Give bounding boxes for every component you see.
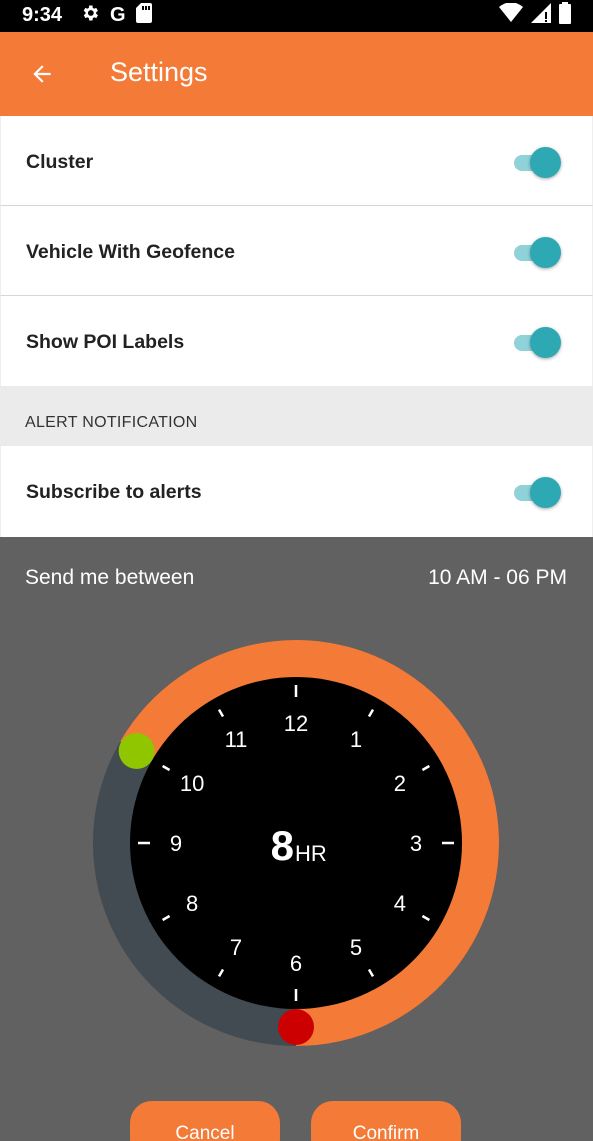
setting-label: Cluster <box>26 151 94 173</box>
hour-label: 10 <box>180 771 204 796</box>
settings-list: Cluster Vehicle With Geofence Show POI L… <box>0 116 593 386</box>
hour-label: 8 <box>186 891 198 916</box>
setting-row-cluster[interactable]: Cluster <box>0 116 593 206</box>
hour-label: 6 <box>290 951 302 976</box>
hour-label: 4 <box>394 891 406 916</box>
time-range-panel: Send me between 10 AM - 06 PM 12 1 2 3 4 5 6 7 8… <box>0 537 593 1141</box>
setting-row-geofence[interactable]: Vehicle With Geofence <box>0 206 593 296</box>
toggle-thumb <box>530 477 561 508</box>
status-bar: 9:34 G <box>0 0 593 32</box>
setting-row-poi-labels[interactable]: Show POI Labels <box>0 296 593 386</box>
cancel-button[interactable]: Cancel <box>130 1101 280 1141</box>
toggle-thumb <box>530 147 561 178</box>
section-title: ALERT NOTIFICATION <box>25 414 198 431</box>
hour-label: 5 <box>350 935 362 960</box>
poi-labels-toggle[interactable] <box>514 326 562 358</box>
google-icon: G <box>110 4 126 26</box>
duration-unit: HR <box>295 841 327 866</box>
page-title: Settings <box>110 57 208 87</box>
wifi-icon <box>499 1 523 28</box>
section-header: ALERT NOTIFICATION <box>0 386 593 446</box>
hour-label: 11 <box>225 727 248 752</box>
setting-label: Vehicle With Geofence <box>26 241 235 263</box>
battery-icon <box>559 1 571 29</box>
hour-label: 12 <box>284 711 308 736</box>
geofence-toggle[interactable] <box>514 236 562 268</box>
sd-card-icon <box>135 2 152 28</box>
hour-label: 9 <box>170 831 182 856</box>
back-button[interactable] <box>26 58 58 90</box>
arrow-back-icon <box>33 65 51 83</box>
hour-label: 7 <box>230 935 242 960</box>
hour-label: 1 <box>350 727 362 752</box>
app-bar: Settings <box>0 32 593 116</box>
setting-label: Show POI Labels <box>26 331 185 353</box>
setting-label: Subscribe to alerts <box>26 481 202 503</box>
toggle-thumb <box>530 327 561 358</box>
status-left-icons: G <box>80 2 152 28</box>
time-range-dial[interactable]: 1212345678910118 HR <box>0 537 593 1141</box>
confirm-button[interactable]: Confirm <box>311 1101 461 1141</box>
setting-row-subscribe-alerts[interactable]: Subscribe to alerts <box>0 446 593 537</box>
subscribe-alerts-toggle[interactable] <box>514 476 562 508</box>
gear-icon <box>80 3 100 28</box>
hour-label: 3 <box>410 831 422 856</box>
toggle-thumb <box>530 237 561 268</box>
start-time-handle[interactable] <box>118 733 155 769</box>
status-time: 9:34 <box>22 4 63 26</box>
signal-icon <box>531 2 551 28</box>
status-right-icons <box>499 1 571 29</box>
cluster-toggle[interactable] <box>514 146 562 178</box>
end-time-handle[interactable] <box>278 1009 314 1045</box>
duration-value: 8 <box>271 822 294 869</box>
hour-label: 2 <box>394 771 406 796</box>
